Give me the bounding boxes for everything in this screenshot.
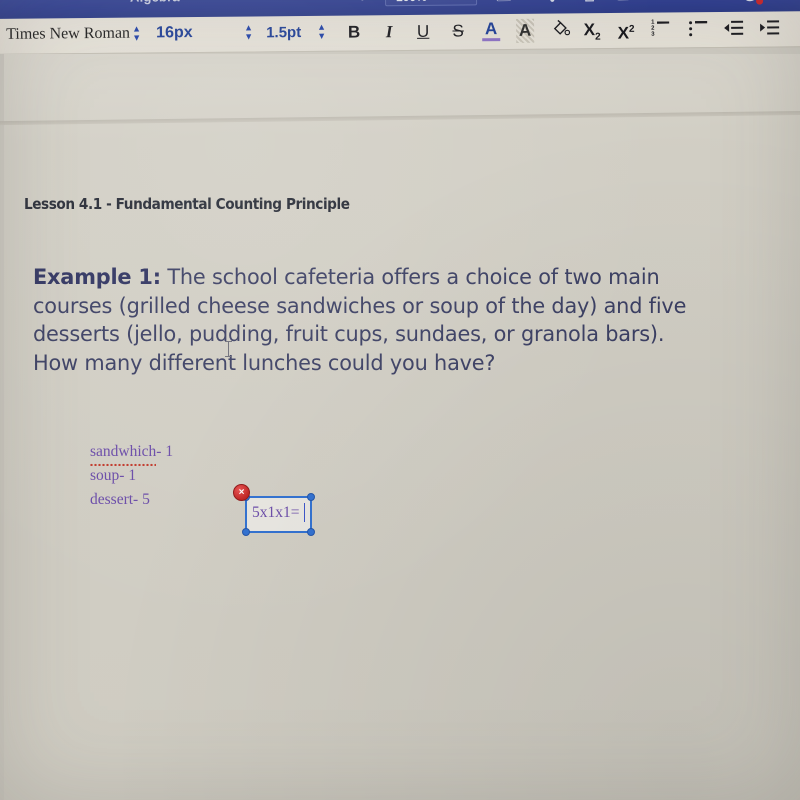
resize-handle-bottom-right[interactable] <box>307 528 315 536</box>
equation-text-cursor <box>303 503 305 522</box>
highlight-button[interactable]: A <box>516 18 535 43</box>
resize-handle-bottom-left[interactable] <box>242 528 250 536</box>
numbered-list-button[interactable]: 1 2 3 <box>651 19 670 38</box>
superscript-button[interactable]: X2 <box>614 18 638 43</box>
equation-text-box[interactable]: 5x1x1= × <box>233 484 315 536</box>
example-paragraph[interactable]: Example 1: The school cafeteria offers a… <box>33 264 712 378</box>
screen-photo: Algebra − + 100% ⌵ 🗁 <box>0 0 800 800</box>
arrow-right-icon <box>760 23 766 32</box>
answer-value: - 1 <box>156 443 174 460</box>
chevron-down-icon: ⌵ <box>463 0 470 1</box>
download-icon[interactable] <box>700 0 715 6</box>
example-label: Example 1: <box>33 265 161 290</box>
list-number-3: 3 <box>651 31 655 38</box>
stepper-down-icon: ▼ <box>244 31 254 42</box>
font-size-stepper[interactable]: ▲ ▼ <box>243 22 254 43</box>
subscript-button[interactable]: X2 <box>580 18 604 42</box>
save-icon[interactable] <box>616 0 630 6</box>
save-icon-glyph <box>616 0 630 1</box>
folder-icon[interactable]: 🗁 <box>496 0 515 6</box>
answer-term: soup <box>90 467 120 484</box>
list-number-2: 2 <box>651 25 655 32</box>
print-icon[interactable] <box>582 0 597 7</box>
list-item[interactable]: sandwhich- 1 <box>90 440 174 466</box>
line-height-stepper[interactable]: ▲ ▼ <box>316 22 327 43</box>
list-item[interactable]: soup- 1 <box>90 464 173 488</box>
share-icon[interactable] <box>541 0 556 7</box>
share-icon-glyph <box>550 0 555 2</box>
font-family-select[interactable]: Times New Roman <box>6 25 130 44</box>
zoom-out-button[interactable]: − <box>320 0 328 6</box>
format-toolbar: Times New Roman ▲ ▼ 16px ▲ ▼ 1.5pt ▲ ▼ B… <box>0 11 800 55</box>
document-body[interactable]: Lesson 4.1 - Fundamental Counting Princi… <box>0 54 800 800</box>
resize-handle-top-right[interactable] <box>307 493 315 501</box>
line-height-select[interactable]: 1.5pt <box>266 24 301 41</box>
bold-button[interactable]: B <box>344 20 364 44</box>
font-family-stepper[interactable]: ▲ ▼ <box>131 24 142 45</box>
paint-bucket-icon <box>553 19 570 36</box>
equation-text: 5x1x1= <box>252 504 300 521</box>
turn-in-button[interactable]: Turn In <box>635 0 677 1</box>
arrow-left-icon <box>724 23 730 32</box>
underline-button[interactable]: U <box>413 20 433 44</box>
answer-value: - 5 <box>133 491 150 508</box>
fill-color-button[interactable] <box>549 18 571 42</box>
zoom-level-value: 100% <box>396 0 427 4</box>
answer-term: dessert <box>90 491 134 508</box>
italic-button[interactable]: I <box>379 20 399 44</box>
superscript-index: 2 <box>628 23 635 35</box>
decrease-indent-button[interactable] <box>724 20 744 37</box>
increase-indent-button[interactable] <box>760 20 780 36</box>
notification-dot <box>756 0 764 5</box>
answer-list[interactable]: sandwhich- 1 soup- 1 dessert- 5 <box>90 440 173 512</box>
zoom-in-button[interactable]: + <box>358 0 367 5</box>
document-page[interactable]: Lesson 4.1 - Fundamental Counting Princi… <box>0 54 800 800</box>
list-number-1: 1 <box>651 19 655 26</box>
print-icon-glyph <box>585 0 594 2</box>
font-size-select[interactable]: 16px <box>156 24 193 42</box>
subscript-index: 2 <box>595 31 601 43</box>
subscript-base: X <box>583 20 596 40</box>
answer-term: sandwhich <box>90 440 157 466</box>
document-title: Algebra <box>130 0 180 5</box>
strikethrough-button[interactable]: S <box>448 19 468 43</box>
superscript-base: X <box>617 23 630 43</box>
zoom-level-select[interactable]: 100% ⌵ <box>384 0 478 7</box>
download-icon-glyph <box>701 0 714 1</box>
close-icon[interactable]: × <box>233 484 250 501</box>
stepper-down-icon: ▼ <box>132 32 142 43</box>
text-cursor <box>225 341 232 357</box>
lesson-heading: Lesson 4.1 - Fundamental Counting Princi… <box>24 195 350 213</box>
bulleted-list-button[interactable] <box>689 21 708 37</box>
answer-value: - 1 <box>119 467 137 484</box>
menu-icon[interactable]: ☰ <box>778 0 793 3</box>
list-item[interactable]: dessert- 5 <box>90 488 173 512</box>
text-color-button[interactable]: A <box>482 19 501 42</box>
stepper-down-icon: ▼ <box>317 30 327 41</box>
